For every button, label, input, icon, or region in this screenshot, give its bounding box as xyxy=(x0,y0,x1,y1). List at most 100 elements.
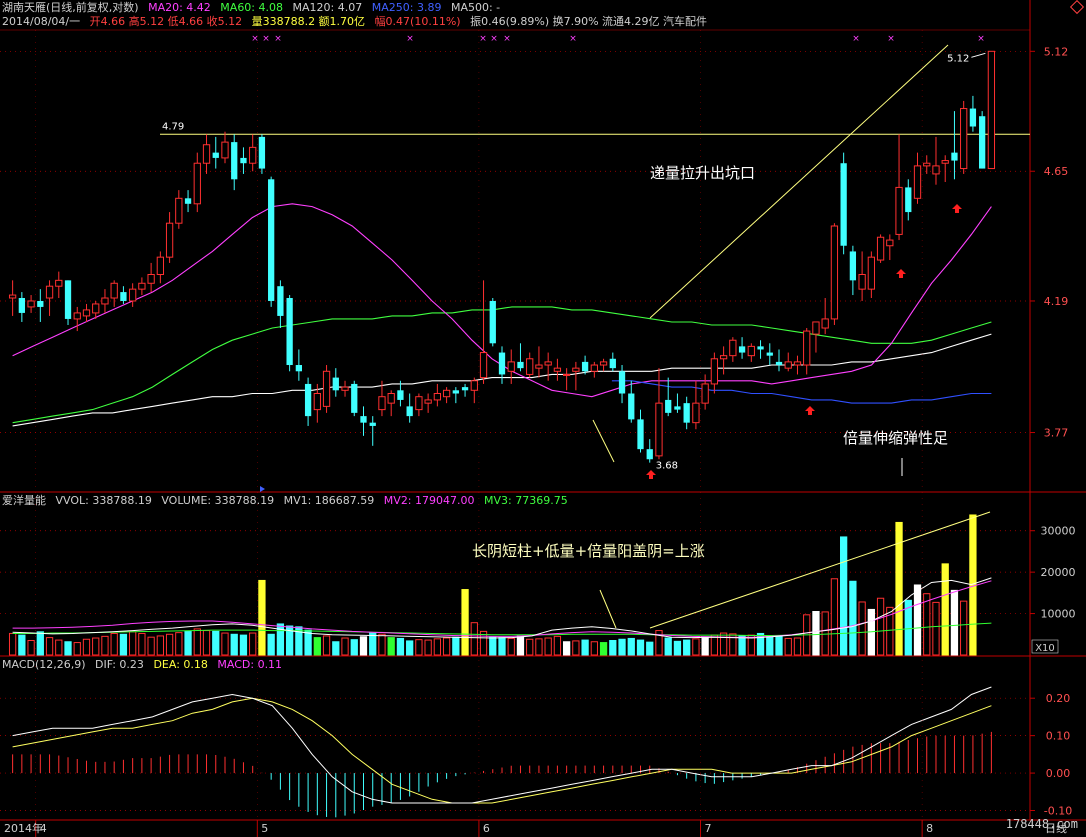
volume-bar xyxy=(396,637,405,656)
candle-up xyxy=(701,383,709,404)
signal-marker-icon: × xyxy=(490,34,498,44)
candle-down xyxy=(277,286,284,316)
candle-down xyxy=(905,187,912,213)
volume-bar xyxy=(507,637,515,656)
candle-down xyxy=(517,361,524,369)
candle-up xyxy=(562,373,571,376)
watermark: 178448.com xyxy=(1005,817,1078,831)
quote-date: 2014/08/04/一 xyxy=(2,15,81,28)
volume-bar xyxy=(738,635,746,656)
candle-up xyxy=(82,309,91,317)
volume-bar xyxy=(258,579,266,656)
candle-up xyxy=(590,364,598,372)
macd-indicator-name: MACD(12,26,9) xyxy=(2,658,86,671)
candle-up xyxy=(156,256,164,276)
volume-bar xyxy=(710,634,719,656)
candle-up xyxy=(322,370,331,407)
candle-down xyxy=(683,403,690,423)
volume-bar xyxy=(489,636,497,656)
volume-bar xyxy=(618,638,626,656)
volume-bar xyxy=(793,637,802,656)
volume-bar xyxy=(230,633,238,656)
volume-bar xyxy=(950,589,959,656)
vvol-label: VVOL: 338788.19 xyxy=(55,494,152,507)
dea-label: DEA: 0.18 xyxy=(153,658,208,671)
candle-down xyxy=(231,142,238,180)
candle-up xyxy=(535,364,543,369)
volume-bar xyxy=(156,635,164,656)
year-label: 2014年 xyxy=(4,821,43,835)
volume-bar xyxy=(535,638,543,656)
signal-marker-icon: × xyxy=(274,34,282,44)
candle-down xyxy=(849,251,857,281)
reference-line-label: 4.79 xyxy=(162,121,184,132)
candle-up xyxy=(867,256,875,290)
candle-up xyxy=(424,399,432,404)
candle-down xyxy=(295,365,302,372)
price-tick-label: 3.77 xyxy=(1044,427,1069,440)
volume-bar xyxy=(516,635,525,656)
date-tick-label: 7 xyxy=(705,822,712,835)
signal-marker-icon: × xyxy=(262,34,270,44)
volume-bar xyxy=(701,636,709,656)
volume-bar xyxy=(27,640,35,656)
volume-bar xyxy=(941,563,949,656)
candle-down xyxy=(766,352,773,356)
volume-bar xyxy=(876,597,885,656)
signal-marker-icon: × xyxy=(503,34,511,44)
candle-up xyxy=(895,186,903,235)
volume-bar xyxy=(913,584,922,656)
candle-down xyxy=(240,157,247,164)
candle-up xyxy=(433,393,442,401)
candle-down xyxy=(498,352,506,375)
volume-indicator-name: 爱洋量能 xyxy=(2,494,46,507)
macd-header: MACD(12,26,9) DIF: 0.23 DEA: 0.18 MACD: … xyxy=(2,658,288,672)
volume-bar xyxy=(599,642,608,656)
quote-rest: 振0.46(9.89%) 换7.90% 流通4.29亿 汽车配件 xyxy=(470,15,708,28)
up-arrow-icon xyxy=(896,269,906,278)
candle-up xyxy=(719,355,728,360)
volume-bar xyxy=(766,635,774,656)
chart-canvas[interactable]: 5.124.654.193.774.795.123.68× × × × × × × × × × ×3… xyxy=(0,0,1086,837)
candle-up xyxy=(599,361,608,366)
candle-up xyxy=(249,146,257,164)
candle-up xyxy=(387,393,395,404)
stock-title: 湖南天雁(日线,前复权,对数) xyxy=(2,1,139,14)
candle-up xyxy=(55,279,63,287)
candle-up xyxy=(923,162,931,167)
ma500-label: MA500: - xyxy=(450,1,501,14)
volume-bar xyxy=(960,600,968,656)
signal-marker-icon: × xyxy=(887,34,895,44)
candle-down xyxy=(120,292,127,301)
volume-bar xyxy=(544,637,552,656)
volume-tick-label: 20000 xyxy=(1041,566,1076,579)
candle-up xyxy=(692,402,700,424)
date-tick-label: 8 xyxy=(926,822,933,835)
volume-bar xyxy=(267,633,275,656)
candle-down xyxy=(674,406,681,410)
volume-bar xyxy=(184,630,192,656)
ma250-line xyxy=(611,380,992,404)
candle-down xyxy=(369,422,376,426)
volume-bar xyxy=(553,635,562,656)
candle-down xyxy=(969,108,977,127)
candle-down xyxy=(840,163,847,246)
candle-down xyxy=(332,377,339,391)
volume-bar xyxy=(415,639,423,656)
candle-down xyxy=(268,179,275,301)
volume-bar xyxy=(304,629,312,656)
ma250-label: MA250: 3.89 xyxy=(371,1,442,14)
candle-up xyxy=(479,352,488,379)
candle-up xyxy=(960,108,968,170)
candle-up xyxy=(92,303,100,314)
candle-up xyxy=(415,396,423,411)
volume-bar xyxy=(212,630,220,656)
volume-bar xyxy=(646,641,654,656)
candle-down xyxy=(951,152,958,161)
candle-up xyxy=(175,197,183,224)
volume-bar xyxy=(812,611,820,656)
date-tick-label: 6 xyxy=(483,822,490,835)
volume-bar xyxy=(562,641,571,656)
volume-scale-label: X10 xyxy=(1035,643,1055,654)
volume-bar xyxy=(969,514,977,656)
